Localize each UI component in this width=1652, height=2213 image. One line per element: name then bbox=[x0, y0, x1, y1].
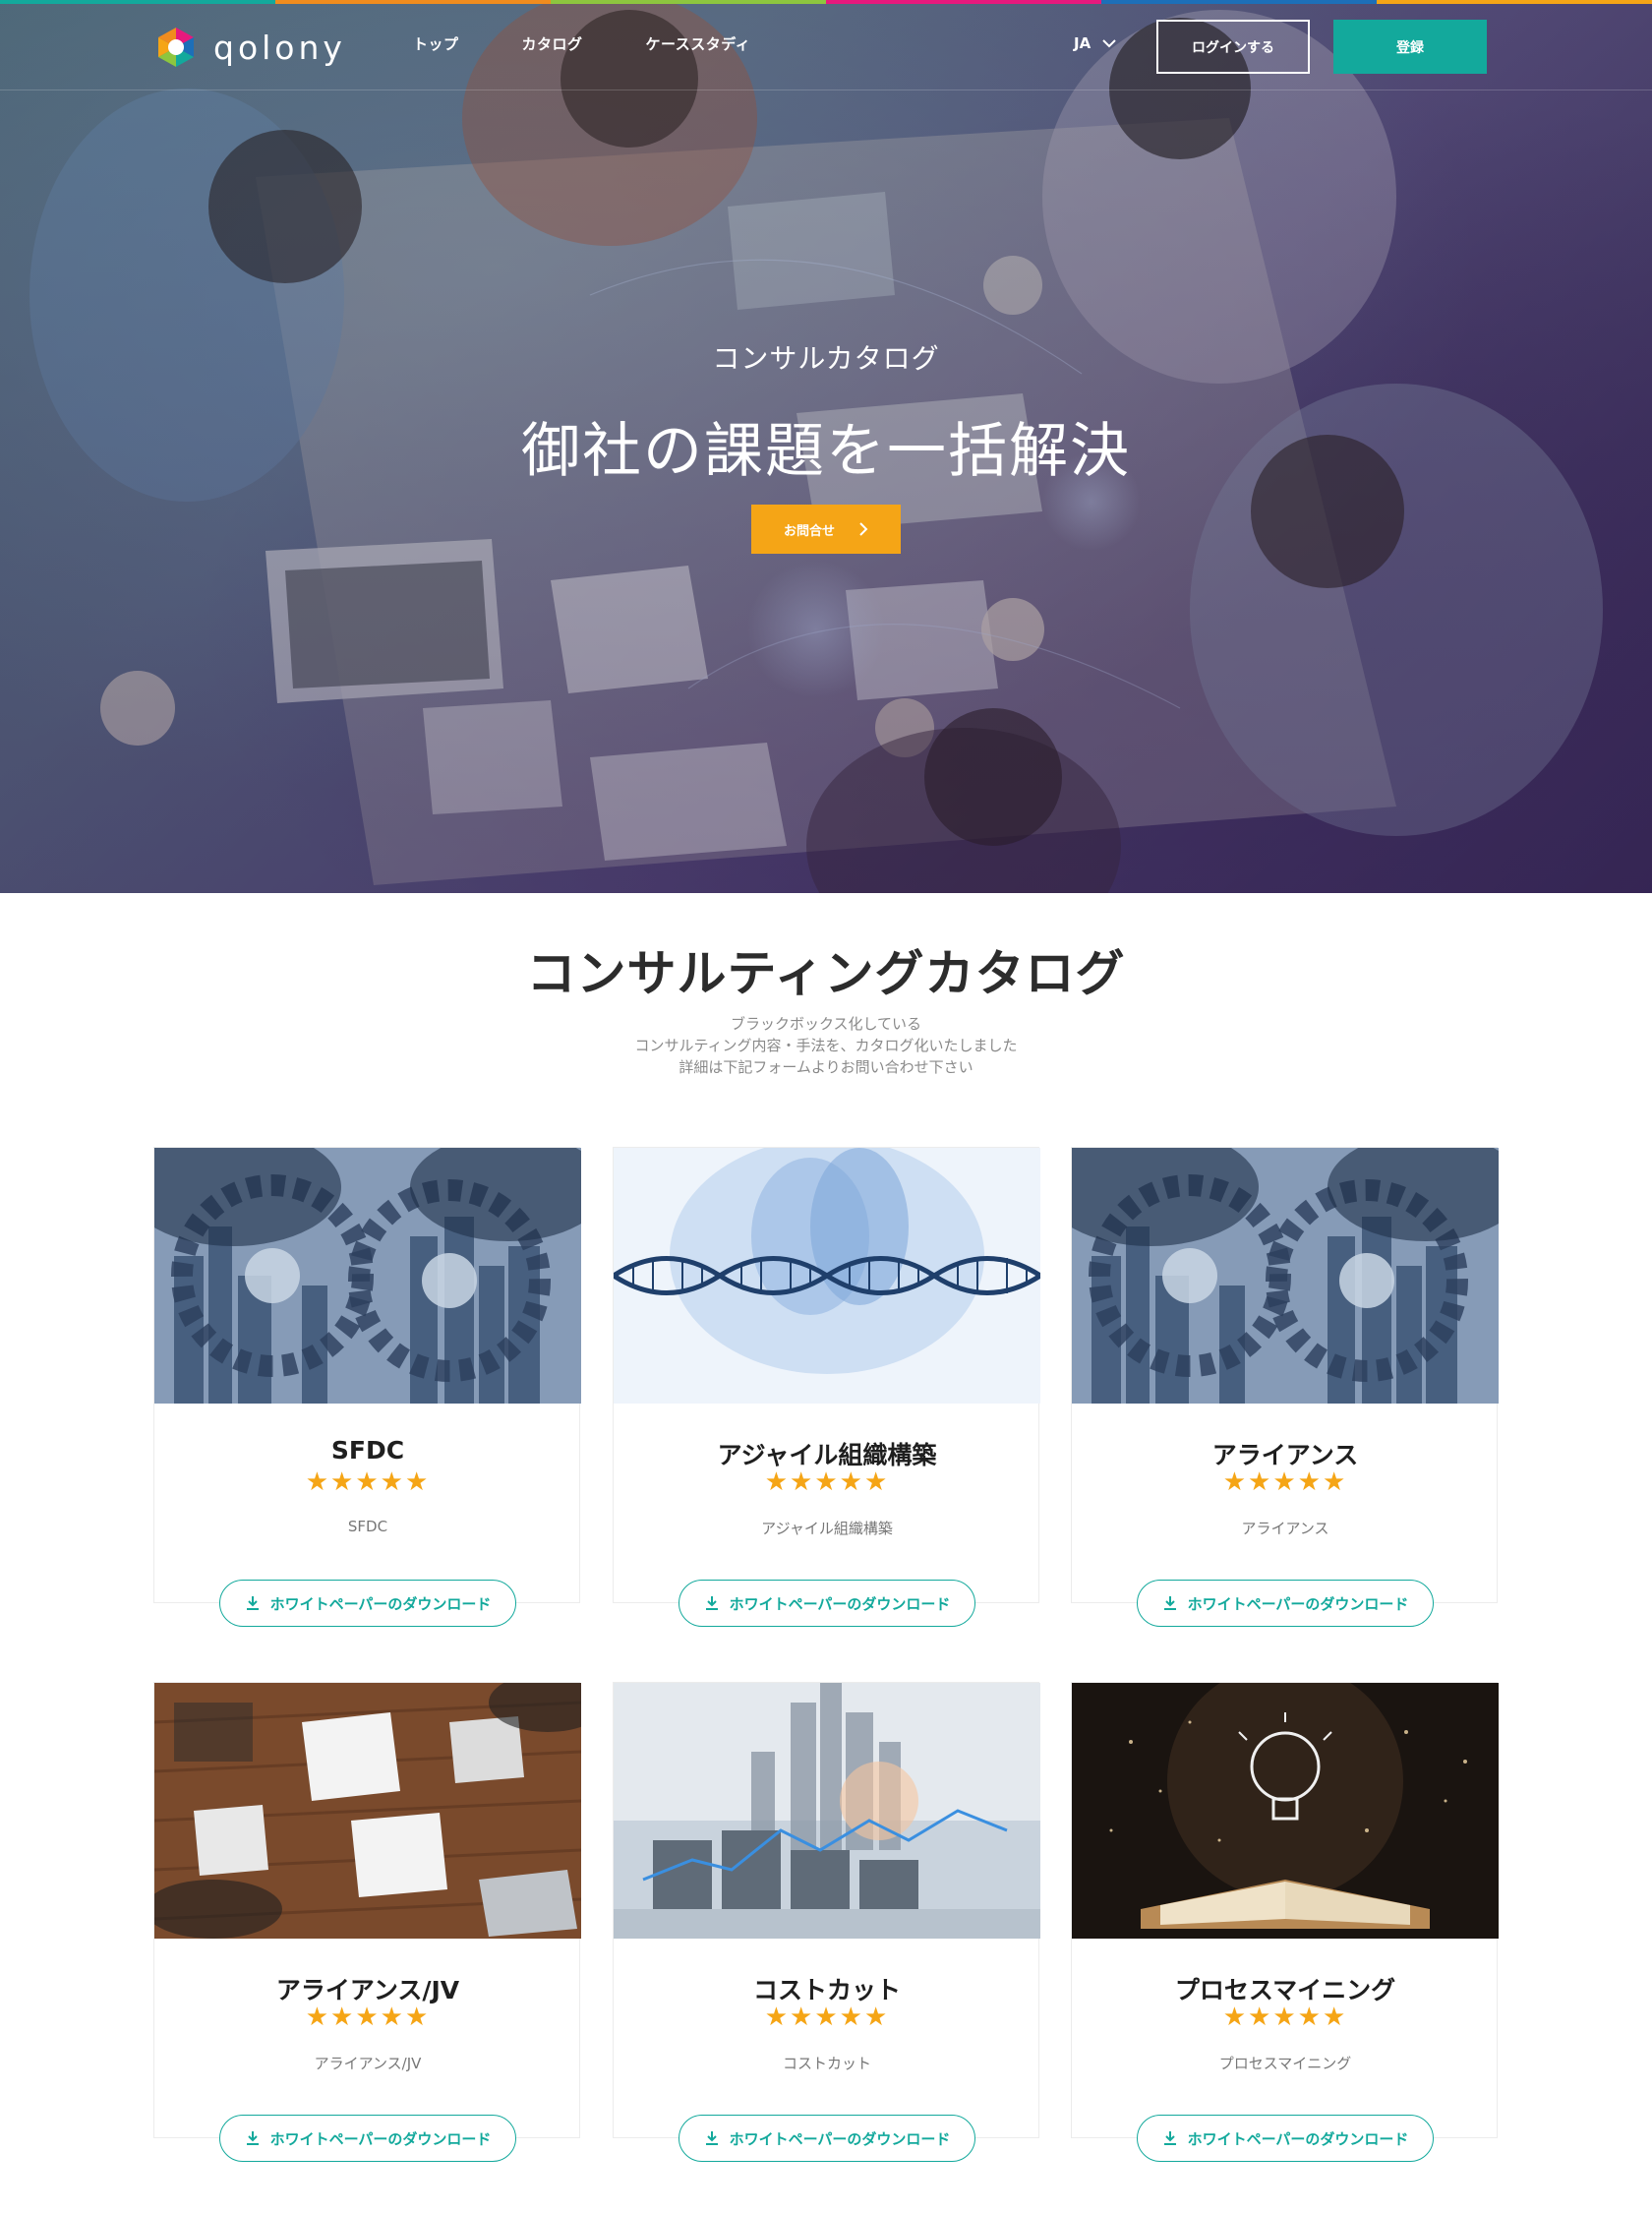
card-title: コストカット bbox=[752, 1976, 901, 2004]
download-whitepaper-button[interactable]: ホワイトペーパーのダウンロード bbox=[1137, 2115, 1434, 2162]
catalog-card[interactable]: アライアンス ★★★★★ アライアンス ホワイトペーパーのダウンロード bbox=[1071, 1147, 1499, 1627]
register-button[interactable]: 登録 bbox=[1333, 20, 1487, 74]
download-whitepaper-button[interactable]: ホワイトペーパーのダウンロード bbox=[678, 2115, 975, 2162]
catalog-card[interactable]: アジャイル組織構築 ★★★★★ アジャイル組織構築 ホワイトペーパーのダウンロー… bbox=[613, 1147, 1040, 1627]
card-image-gears-city bbox=[1072, 1148, 1499, 1404]
download-button-label: ホワイトペーパーのダウンロード bbox=[1187, 2129, 1409, 2148]
star-rating: ★★★★★ bbox=[305, 2003, 431, 2032]
card-description: プロセスマイニング bbox=[1218, 2055, 1352, 2072]
card-title: SFDC bbox=[330, 1436, 405, 1465]
hero-subtitle: コンサルカタログ bbox=[712, 342, 940, 375]
contact-button[interactable]: お問合せ bbox=[751, 505, 901, 554]
card-description: アライアンス bbox=[1241, 1520, 1329, 1537]
catalog-description-line: ブラックボックス化している bbox=[730, 1015, 922, 1033]
strip-segment bbox=[826, 0, 1101, 4]
catalog-title: コンサルティングカタログ bbox=[526, 945, 1126, 1002]
language-selector[interactable]: JA bbox=[1074, 34, 1116, 52]
catalog-description-line: コンサルティング内容・手法を、カタログ化いたしました bbox=[634, 1037, 1018, 1054]
download-icon bbox=[705, 1596, 718, 1610]
download-icon bbox=[1163, 2131, 1176, 2145]
card-title: アライアンス/JV bbox=[275, 1976, 460, 2004]
card-title: アジャイル組織構築 bbox=[717, 1441, 937, 1469]
card-image-meeting-table bbox=[154, 1683, 581, 1939]
download-button-label: ホワイトペーパーのダウンロード bbox=[269, 2129, 492, 2148]
download-icon bbox=[246, 1596, 259, 1610]
nav-link-top[interactable]: トップ bbox=[413, 33, 459, 54]
brand-color-strip bbox=[0, 0, 1652, 4]
site-header: qolony トップ カタログ ケーススタディ JA ログインする 登録 bbox=[0, 4, 1652, 90]
logo-mark-icon bbox=[158, 28, 194, 67]
card-title: アライアンス bbox=[1211, 1441, 1359, 1469]
card-image-gears-city bbox=[154, 1148, 581, 1404]
card-image-city-coins bbox=[614, 1683, 1040, 1939]
star-rating: ★★★★★ bbox=[305, 1467, 431, 1497]
star-rating: ★★★★★ bbox=[1222, 1467, 1348, 1497]
catalog-card[interactable]: プロセスマイニング ★★★★★ プロセスマイニング ホワイトペーパーのダウンロー… bbox=[1071, 1682, 1499, 2162]
catalog-card[interactable]: SFDC ★★★★★ SFDC ホワイトペーパーのダウンロード bbox=[153, 1147, 581, 1627]
card-description: アライアンス/JV bbox=[314, 2055, 422, 2072]
catalog-description: ブラックボックス化している コンサルティング内容・手法を、カタログ化いたしました… bbox=[0, 1013, 1652, 1078]
download-icon bbox=[705, 2131, 718, 2145]
card-description: コストカット bbox=[782, 2055, 871, 2072]
catalog-description-line: 詳細は下記フォームよりお問い合わせ下さい bbox=[678, 1058, 974, 1076]
card-title: プロセスマイニング bbox=[1174, 1976, 1396, 2004]
nav-link-case-study[interactable]: ケーススタディ bbox=[646, 33, 751, 54]
login-button[interactable]: ログインする bbox=[1156, 20, 1310, 74]
star-rating: ★★★★★ bbox=[764, 1467, 890, 1497]
strip-segment bbox=[0, 0, 275, 4]
download-button-label: ホワイトペーパーのダウンロード bbox=[729, 1594, 951, 1613]
catalog-card[interactable]: アライアンス/JV ★★★★★ アライアンス/JV ホワイトペーパーのダウンロー… bbox=[153, 1682, 581, 2162]
card-image-lightbulb-book bbox=[1072, 1683, 1499, 1939]
download-button-label: ホワイトペーパーのダウンロード bbox=[1187, 1594, 1409, 1613]
nav-link-catalog[interactable]: カタログ bbox=[522, 33, 583, 54]
hero-title: 御社の課題を一括解決 bbox=[521, 417, 1131, 486]
card-description: アジャイル組織構築 bbox=[761, 1520, 893, 1537]
logo[interactable]: qolony bbox=[152, 24, 346, 71]
download-whitepaper-button[interactable]: ホワイトペーパーのダウンロード bbox=[219, 1580, 516, 1627]
download-icon bbox=[1163, 1596, 1176, 1610]
strip-segment bbox=[1377, 0, 1652, 4]
strip-segment bbox=[275, 0, 551, 4]
star-rating: ★★★★★ bbox=[764, 2003, 890, 2032]
download-whitepaper-button[interactable]: ホワイトペーパーのダウンロード bbox=[678, 1580, 975, 1627]
download-whitepaper-button[interactable]: ホワイトペーパーのダウンロード bbox=[1137, 1580, 1434, 1627]
chevron-down-icon bbox=[1102, 39, 1116, 48]
strip-segment bbox=[551, 0, 826, 4]
download-icon bbox=[246, 2131, 259, 2145]
contact-button-label: お問合せ bbox=[783, 523, 835, 539]
star-rating: ★★★★★ bbox=[1222, 2003, 1348, 2032]
download-button-label: ホワイトペーパーのダウンロード bbox=[269, 1594, 492, 1613]
card-image-dna-runners bbox=[614, 1148, 1040, 1404]
main-nav: トップ カタログ ケーススタディ bbox=[413, 33, 750, 54]
download-whitepaper-button[interactable]: ホワイトペーパーのダウンロード bbox=[219, 2115, 516, 2162]
logo-text: qolony bbox=[213, 28, 346, 67]
strip-segment bbox=[1101, 0, 1377, 4]
chevron-right-icon bbox=[859, 522, 868, 536]
card-description: SFDC bbox=[347, 1518, 388, 1535]
download-button-label: ホワイトペーパーのダウンロード bbox=[729, 2129, 951, 2148]
catalog-card[interactable]: コストカット ★★★★★ コストカット ホワイトペーパーのダウンロード bbox=[613, 1682, 1040, 2162]
language-label: JA bbox=[1074, 34, 1092, 52]
